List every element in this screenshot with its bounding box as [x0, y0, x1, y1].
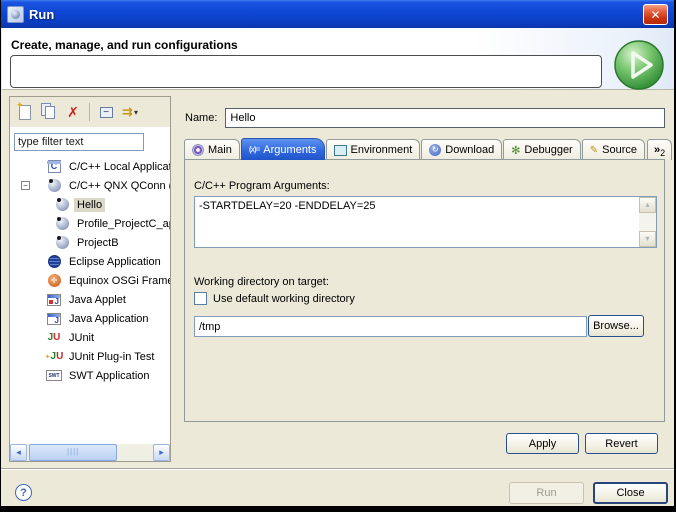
filter-input[interactable]	[14, 133, 144, 151]
program-arguments-label: C/C++ Program Arguments:	[194, 180, 330, 192]
junit-icon: JU	[46, 331, 62, 345]
launch-config-tree: C C/C++ Local Application − C/C++ QNX QC…	[10, 157, 170, 443]
window-icon	[7, 6, 24, 23]
banner-message-area	[10, 55, 602, 88]
new-config-icon[interactable]: ✦	[15, 102, 35, 122]
main-target-icon	[192, 144, 204, 156]
browse-button[interactable]: Browse...	[588, 315, 644, 337]
tab-arguments[interactable]: (x)= Arguments	[241, 138, 325, 160]
tree-item-cpp-local[interactable]: C C/C++ Local Application	[10, 157, 170, 176]
tree-item-eclipse-application[interactable]: Eclipse Application	[10, 252, 170, 271]
download-icon: ↻	[429, 144, 441, 156]
scroll-left-icon[interactable]: ◂	[10, 444, 27, 461]
scroll-right-icon[interactable]: ▸	[153, 444, 170, 461]
source-pencil-icon: ✎	[590, 145, 598, 156]
revert-button[interactable]: Revert	[585, 433, 658, 454]
tree-item-qnx-qconn[interactable]: − C/C++ QNX QConn (IP	[10, 176, 170, 195]
tree-item-junit-plugin-test[interactable]: ✦JU JUnit Plug-in Test	[10, 347, 170, 366]
qnx-sphere-icon	[54, 217, 70, 231]
close-button[interactable]: Close	[593, 482, 668, 504]
tab-main[interactable]: Main	[184, 139, 240, 160]
tree-horizontal-scrollbar[interactable]: ◂ ▸	[10, 444, 170, 461]
working-directory-label: Working directory on target:	[194, 276, 329, 288]
use-default-workdir-checkbox[interactable]	[194, 292, 207, 305]
c-app-icon: C	[46, 160, 62, 174]
tree-item-projectb[interactable]: ProjectB	[10, 233, 170, 252]
titlebar[interactable]: Run ✕	[1, 0, 674, 28]
swt-icon: SWT	[46, 369, 62, 383]
tab-overflow-button[interactable]: » 2	[647, 139, 672, 160]
use-default-workdir-label: Use default working directory	[213, 293, 355, 305]
use-default-workdir-row[interactable]: Use default working directory	[194, 292, 355, 305]
tree-item-java-applet[interactable]: J Java Applet	[10, 290, 170, 309]
run-button: Run	[509, 482, 584, 504]
tree-item-swt-application[interactable]: SWT SWT Application	[10, 366, 170, 385]
scrollbar-thumb[interactable]	[29, 444, 117, 461]
tree-item-profile-projectc[interactable]: Profile_ProjectC_ap	[10, 214, 170, 233]
arguments-icon: (x)=	[249, 145, 259, 154]
tab-environment[interactable]: Environment	[326, 139, 421, 160]
config-detail-panel: Name: Main (x)= Arguments Environment ↻ …	[177, 96, 669, 462]
arguments-tab-content: C/C++ Program Arguments: -STARTDELAY=20 …	[184, 159, 665, 422]
tab-debugger[interactable]: ✻ Debugger	[503, 139, 581, 160]
close-icon[interactable]: ✕	[643, 4, 668, 25]
debugger-bug-icon: ✻	[511, 144, 520, 157]
filter-icon[interactable]: ⇉ ▾	[120, 102, 140, 122]
tab-source[interactable]: ✎ Source	[582, 139, 645, 160]
qnx-sphere-icon	[46, 179, 62, 193]
window-title: Run	[29, 7, 54, 22]
banner: Create, manage, and run configurations	[2, 28, 675, 90]
name-input[interactable]	[225, 108, 665, 128]
program-arguments-textarea[interactable]: -STARTDELAY=20 -ENDDELAY=25 ▴ ▾	[194, 196, 657, 248]
scroll-up-icon[interactable]: ▴	[639, 197, 656, 213]
run-dialog: Run ✕ Create, manage, and run configurat…	[0, 0, 676, 512]
configurations-panel: ✦ ✗ − ⇉ ▾ C C/C++ Local Application	[9, 96, 171, 462]
environment-icon	[334, 145, 347, 156]
run-ball-icon	[613, 39, 665, 91]
duplicate-config-icon[interactable]	[39, 102, 59, 122]
tree-item-equinox-osgi[interactable]: ✛ Equinox OSGi Framewo	[10, 271, 170, 290]
qnx-sphere-icon	[54, 236, 70, 250]
scroll-down-icon[interactable]: ▾	[639, 231, 656, 247]
dialog-footer: ? Run Close	[1, 470, 674, 506]
tree-item-hello[interactable]: Hello	[10, 195, 170, 214]
working-directory-input[interactable]	[194, 316, 587, 337]
name-label: Name:	[185, 112, 217, 124]
eclipse-icon	[46, 255, 62, 269]
qnx-sphere-icon	[54, 198, 70, 212]
tab-download[interactable]: ↻ Download	[421, 139, 502, 160]
collapse-expander-icon[interactable]: −	[21, 181, 30, 190]
junit-plugin-icon: ✦JU	[46, 350, 62, 364]
config-toolbar: ✦ ✗ − ⇉ ▾	[10, 97, 170, 127]
config-tabs: Main (x)= Arguments Environment ↻ Downlo…	[184, 138, 665, 160]
collapse-all-icon[interactable]: −	[96, 102, 116, 122]
java-application-icon: J	[46, 312, 62, 326]
apply-button[interactable]: Apply	[506, 433, 579, 454]
banner-heading: Create, manage, and run configurations	[11, 38, 238, 52]
delete-config-icon[interactable]: ✗	[63, 102, 83, 122]
chevron-down-icon: ▾	[134, 108, 138, 117]
tree-item-java-application[interactable]: J Java Application	[10, 309, 170, 328]
scrollbar-track[interactable]	[27, 444, 153, 461]
arguments-vertical-scrollbar[interactable]: ▴ ▾	[639, 197, 656, 247]
tree-item-junit[interactable]: JU JUnit	[10, 328, 170, 347]
equinox-icon: ✛	[46, 274, 62, 288]
help-icon[interactable]: ?	[15, 484, 32, 501]
window-bottom-border	[1, 506, 674, 512]
java-applet-icon: J	[46, 293, 62, 307]
toolbar-separator	[89, 103, 90, 121]
